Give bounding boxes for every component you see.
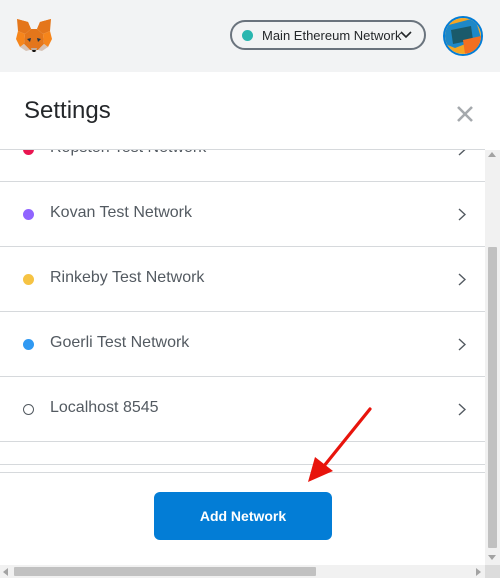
divider [0, 472, 485, 473]
network-item-label: Goerli Test Network [50, 334, 190, 351]
network-list-item[interactable]: Localhost 8545 [0, 377, 485, 442]
chevron-right-icon [458, 338, 466, 351]
network-item-label: Kovan Test Network [50, 204, 192, 221]
app-header: Main Ethereum Network [0, 0, 500, 72]
chevron-right-icon [458, 273, 466, 286]
vertical-scrollbar[interactable] [485, 150, 500, 565]
network-selector-label: Main Ethereum Network [262, 27, 402, 43]
close-icon[interactable] [454, 103, 476, 125]
chevron-right-icon [458, 403, 466, 416]
network-list-viewport: Ropsten Test Network Kovan Test Network Ri… [0, 150, 485, 472]
network-item-label: Ropsten Test Network [50, 150, 206, 157]
scroll-down-icon[interactable] [488, 555, 496, 560]
network-dot-icon [23, 404, 34, 415]
settings-panel: Settings Ropsten Test Network Kovan Test … [0, 72, 500, 578]
network-dot-icon [23, 339, 34, 350]
network-list-item[interactable]: Goerli Test Network [0, 312, 485, 377]
list-spacer [0, 442, 485, 465]
network-dot-icon [23, 274, 34, 285]
network-dot-icon [23, 209, 34, 220]
chevron-right-icon [458, 150, 466, 156]
network-item-label: Localhost 8545 [50, 399, 159, 416]
scroll-right-icon[interactable] [476, 568, 481, 576]
metamask-fox-icon[interactable] [14, 17, 54, 55]
chevron-down-icon [400, 31, 412, 39]
network-list-item[interactable]: Ropsten Test Network [0, 150, 485, 182]
network-list-item[interactable]: Rinkeby Test Network [0, 247, 485, 312]
scrollbar-thumb[interactable] [14, 567, 316, 576]
scroll-up-icon[interactable] [488, 152, 496, 157]
horizontal-scrollbar[interactable] [0, 565, 485, 578]
network-dot-icon [23, 150, 34, 155]
network-list-item[interactable]: Kovan Test Network [0, 182, 485, 247]
chevron-right-icon [458, 208, 466, 221]
page-title: Settings [24, 97, 111, 124]
network-list: Ropsten Test Network Kovan Test Network Ri… [0, 150, 485, 465]
scrollbar-corner [485, 565, 500, 578]
account-avatar-icon[interactable] [443, 16, 483, 56]
network-selector[interactable]: Main Ethereum Network [230, 20, 426, 50]
network-status-dot [242, 29, 253, 41]
scrollbar-thumb[interactable] [488, 247, 497, 548]
scroll-left-icon[interactable] [3, 568, 8, 576]
network-item-label: Rinkeby Test Network [50, 269, 205, 286]
add-network-button[interactable]: Add Network [154, 492, 332, 540]
